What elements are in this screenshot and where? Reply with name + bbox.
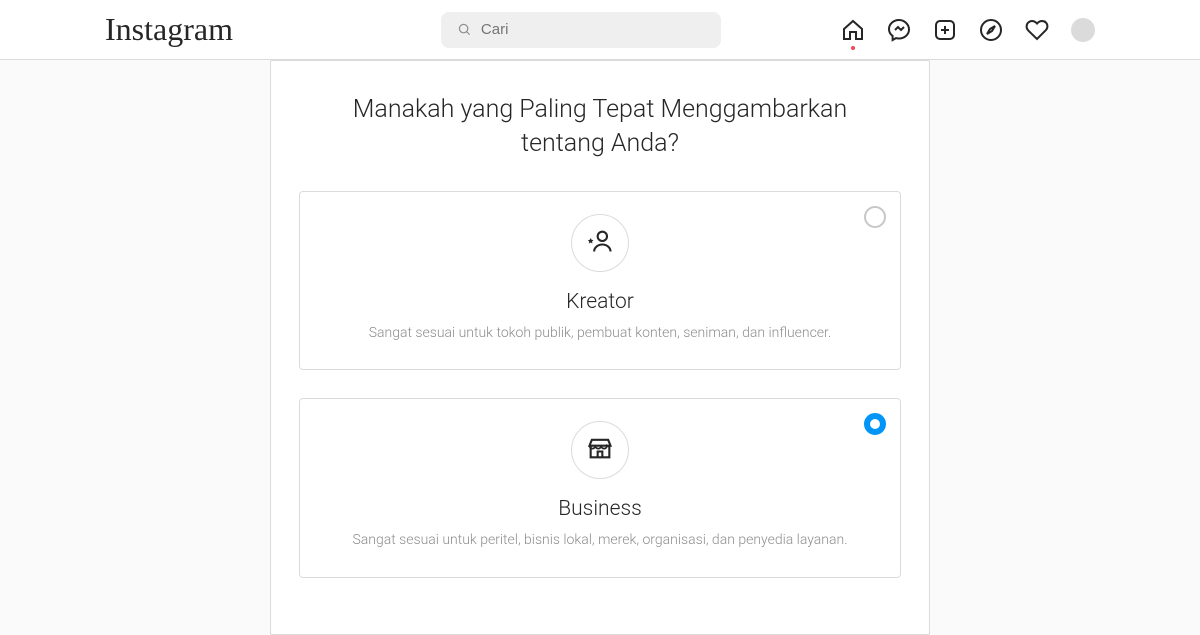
search-input[interactable] (481, 21, 705, 38)
notification-dot (851, 46, 855, 50)
option-business-title: Business (324, 497, 876, 521)
main-content: Manakah yang Paling Tepat Menggambarkan … (0, 60, 1200, 635)
heart-icon[interactable] (1025, 18, 1049, 42)
option-kreator[interactable]: Kreator Sangat sesuai untuk tokoh publik… (299, 191, 901, 371)
messenger-icon[interactable] (887, 18, 911, 42)
option-kreator-title: Kreator (324, 290, 876, 314)
search-wrap (441, 12, 721, 48)
business-icon-wrap (571, 421, 629, 479)
explore-icon[interactable] (979, 18, 1003, 42)
account-type-card: Manakah yang Paling Tepat Menggambarkan … (270, 60, 930, 635)
radio-kreator[interactable] (864, 206, 886, 228)
nav-icons (841, 18, 1180, 42)
radio-business[interactable] (864, 413, 886, 435)
home-icon[interactable] (841, 18, 865, 42)
top-bar: Instagram (0, 0, 1200, 60)
kreator-icon-wrap (571, 214, 629, 272)
page-title: Manakah yang Paling Tepat Menggambarkan … (299, 93, 901, 161)
logo-wrap: Instagram (20, 11, 320, 48)
option-kreator-desc: Sangat sesuai untuk tokoh publik, pembua… (324, 324, 876, 344)
option-business-desc: Sangat sesuai untuk peritel, bisnis loka… (324, 531, 876, 551)
new-post-icon[interactable] (933, 18, 957, 42)
profile-avatar[interactable] (1071, 18, 1095, 42)
storefront-icon (586, 434, 614, 466)
instagram-logo[interactable]: Instagram (105, 11, 320, 48)
person-star-icon (586, 227, 614, 259)
search-box[interactable] (441, 12, 721, 48)
option-business[interactable]: Business Sangat sesuai untuk peritel, bi… (299, 398, 901, 578)
search-icon (457, 22, 471, 38)
